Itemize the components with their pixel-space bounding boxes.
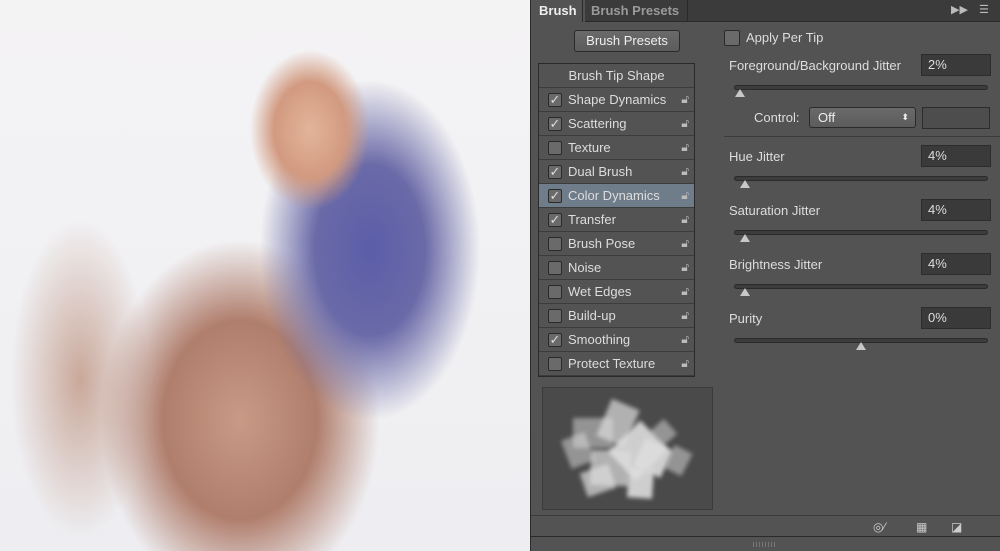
checkbox[interactable] [548, 285, 562, 299]
list-item-brush-pose[interactable]: Brush Pose 🔓︎ [539, 232, 694, 256]
list-item-label: Scattering [568, 116, 627, 131]
hue-jitter-input[interactable]: 4% [921, 145, 991, 167]
checkbox[interactable] [548, 261, 562, 275]
list-item-label: Transfer [568, 212, 616, 227]
checkbox[interactable]: ✓ [548, 165, 562, 179]
saturation-jitter-input[interactable]: 4% [921, 199, 991, 221]
brush-stroke-preview [542, 387, 713, 510]
list-item-color-dynamics[interactable]: ✓ Color Dynamics 🔓︎ [539, 184, 694, 208]
painting-canvas [0, 0, 530, 551]
checkbox[interactable] [548, 309, 562, 323]
panel-tabs: Brush Brush Presets ▶▶ ☰ [531, 0, 1000, 22]
control-value: Off [818, 110, 836, 125]
list-item-label: Noise [568, 260, 602, 275]
lock-icon[interactable]: 🔓︎ [681, 256, 689, 279]
checkbox[interactable]: ✓ [548, 117, 562, 131]
purity-label: Purity [729, 311, 763, 326]
brush-panel: Brush Brush Presets ▶▶ ☰ Brush Presets B… [530, 0, 1000, 551]
checkbox[interactable]: ✓ [548, 333, 562, 347]
purity-slider[interactable] [734, 338, 988, 350]
checkbox[interactable] [548, 357, 562, 371]
lock-icon[interactable]: 🔓︎ [681, 280, 689, 303]
panel-menu-icon[interactable]: ☰ [979, 3, 989, 16]
saturation-jitter-slider[interactable] [734, 230, 988, 242]
brush-presets-button[interactable]: Brush Presets [574, 30, 680, 52]
list-item-noise[interactable]: Noise 🔓︎ [539, 256, 694, 280]
fg-bg-jitter-slider[interactable] [734, 85, 988, 97]
resize-grip[interactable] [753, 542, 777, 547]
list-item-label: Shape Dynamics [568, 92, 667, 107]
tab-brush-presets[interactable]: Brush Presets [582, 0, 689, 22]
brightness-jitter-slider[interactable] [734, 284, 988, 296]
eye-brush-icon[interactable]: ◎⁄ [873, 520, 885, 534]
lock-icon[interactable]: 🔓︎ [681, 136, 689, 159]
list-item-label: Smoothing [568, 332, 631, 347]
list-item-wet-edges[interactable]: Wet Edges 🔓︎ [539, 280, 694, 304]
brightness-jitter-input[interactable]: 4% [921, 253, 991, 275]
checkbox[interactable]: ✓ [548, 213, 562, 227]
lock-icon[interactable]: 🔓︎ [681, 184, 689, 207]
lock-icon[interactable]: 🔓︎ [681, 208, 689, 231]
list-item-label: Dual Brush [568, 164, 633, 179]
apply-per-tip-checkbox[interactable] [724, 30, 740, 46]
slider-thumb[interactable] [740, 234, 751, 242]
checkbox[interactable]: ✓ [548, 93, 562, 107]
slider-thumb[interactable] [740, 180, 751, 188]
lock-icon[interactable]: 🔓︎ [681, 88, 689, 111]
list-item-build-up[interactable]: Build-up 🔓︎ [539, 304, 694, 328]
apply-per-tip-label: Apply Per Tip [746, 30, 824, 45]
brightness-jitter-label: Brightness Jitter [729, 257, 823, 272]
purity-input[interactable]: 0% [921, 307, 991, 329]
list-item-label: Protect Texture [568, 356, 656, 371]
tab-brush[interactable]: Brush [531, 0, 585, 22]
list-item-label: Color Dynamics [568, 188, 660, 203]
lock-icon[interactable]: 🔓︎ [681, 160, 689, 183]
collapse-icon[interactable]: ▶▶ [951, 3, 968, 16]
hue-jitter-slider[interactable] [734, 176, 988, 188]
grid-icon[interactable]: ▦ [916, 520, 927, 534]
list-item-label: Texture [568, 140, 611, 155]
brush-dab [626, 467, 655, 499]
list-item-scattering[interactable]: ✓ Scattering 🔓︎ [539, 112, 694, 136]
slider-thumb[interactable] [740, 288, 751, 296]
fg-bg-jitter-input[interactable]: 2% [921, 54, 991, 76]
control-extra-field [922, 107, 990, 129]
list-item-smoothing[interactable]: ✓ Smoothing 🔓︎ [539, 328, 694, 352]
checkbox[interactable]: ✓ [548, 189, 562, 203]
control-select[interactable]: Off ⬍ [809, 107, 916, 128]
checkbox[interactable] [548, 237, 562, 251]
list-item-dual-brush[interactable]: ✓ Dual Brush 🔓︎ [539, 160, 694, 184]
panel-footer: ◎⁄ ▦ ◪ [531, 515, 1000, 537]
lock-icon[interactable]: 🔓︎ [681, 112, 689, 135]
list-item-label: Brush Pose [568, 236, 636, 251]
brush-settings-list: Brush Tip Shape ✓ Shape Dynamics 🔓︎ ✓ Scatte… [538, 63, 695, 377]
lock-icon[interactable]: 🔓︎ [681, 352, 689, 375]
list-item-brush-tip-shape[interactable]: Brush Tip Shape [539, 64, 694, 88]
hue-jitter-label: Hue Jitter [729, 149, 785, 164]
list-item-transfer[interactable]: ✓ Transfer 🔓︎ [539, 208, 694, 232]
list-item-label: Wet Edges [568, 284, 632, 299]
list-item-protect-texture[interactable]: Protect Texture 🔓︎ [539, 352, 694, 376]
select-arrows-icon: ⬍ [901, 112, 909, 122]
lock-icon[interactable]: 🔓︎ [681, 304, 689, 327]
lock-icon[interactable]: 🔓︎ [681, 328, 689, 351]
saturation-jitter-label: Saturation Jitter [729, 203, 821, 218]
list-item-shape-dynamics[interactable]: ✓ Shape Dynamics 🔓︎ [539, 88, 694, 112]
divider [724, 136, 1000, 137]
checkbox[interactable] [548, 141, 562, 155]
list-item-texture[interactable]: Texture 🔓︎ [539, 136, 694, 160]
lock-icon[interactable]: 🔓︎ [681, 232, 689, 255]
new-preset-icon[interactable]: ◪ [951, 520, 962, 534]
slider-thumb[interactable] [735, 89, 746, 97]
control-label: Control: [754, 110, 800, 125]
list-item-label: Build-up [568, 308, 616, 323]
slider-thumb[interactable] [856, 342, 866, 350]
fg-bg-jitter-label: Foreground/Background Jitter [729, 58, 901, 73]
